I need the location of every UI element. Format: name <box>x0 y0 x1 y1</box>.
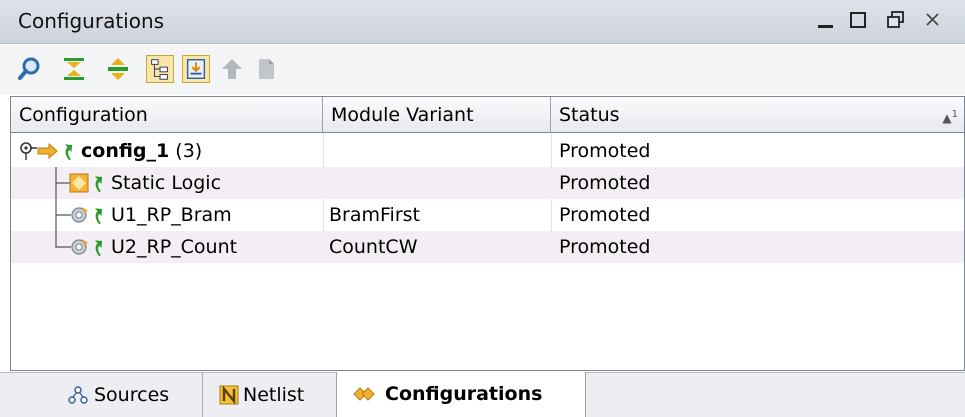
promoted-arrow-icon <box>95 208 103 224</box>
status-cell: Promoted <box>559 204 651 226</box>
module-name: U1_RP_Bram <box>111 204 232 226</box>
partition-icon <box>71 239 88 255</box>
tab-configurations[interactable]: Configurations <box>336 372 586 417</box>
tree-collapse-icon[interactable] <box>19 141 37 161</box>
document-icon[interactable] <box>252 55 280 83</box>
close-icon[interactable] <box>922 8 944 32</box>
status-cell: Promoted <box>559 172 651 194</box>
promote-icon[interactable] <box>218 55 246 83</box>
toolbar <box>0 45 965 95</box>
table-row-config-1[interactable]: config_1 (3) Promoted <box>11 135 964 167</box>
configuration-child-count: (3) <box>175 140 203 162</box>
sort-order-label: 1 <box>951 109 958 120</box>
promoted-arrow-icon <box>95 240 103 256</box>
configuration-name-label: config_1 <box>81 140 170 162</box>
column-header-status[interactable]: Status ▲1 <box>551 97 964 133</box>
panel-title: Configurations <box>18 9 165 33</box>
tab-netlist[interactable]: Netlist <box>205 373 335 417</box>
status-cell: Promoted <box>559 140 651 162</box>
netlist-icon <box>219 385 239 405</box>
title-bar: Configurations <box>0 0 965 44</box>
static-logic-icon <box>69 173 89 193</box>
partition-icon <box>71 207 88 223</box>
tab-netlist-label: Netlist <box>243 384 305 406</box>
sources-icon <box>68 386 88 404</box>
tab-sources[interactable]: Sources <box>38 373 203 417</box>
module-variant-cell: CountCW <box>329 236 418 258</box>
hierarchy-view-icon[interactable] <box>146 55 174 83</box>
tab-configurations-label: Configurations <box>385 383 543 405</box>
configurations-panel: Configurations Configuration Module Vari… <box>0 0 965 417</box>
restore-icon[interactable] <box>885 8 907 32</box>
column-header-module-variant[interactable]: Module Variant <box>323 97 551 133</box>
promoted-arrow-icon <box>95 176 103 192</box>
module-variant-cell: BramFirst <box>329 204 420 226</box>
module-name: Static Logic <box>111 172 222 194</box>
table-row-static-logic[interactable]: Static Logic Promoted <box>11 167 964 199</box>
status-cell: Promoted <box>559 236 651 258</box>
table-row-u1-rp-bram[interactable]: U1_RP_Bram BramFirst Promoted <box>11 199 964 231</box>
column-header-configuration[interactable]: Configuration <box>11 97 323 133</box>
minimize-icon[interactable] <box>815 8 837 32</box>
maximize-icon[interactable] <box>848 8 870 32</box>
sort-indicator: ▲1 <box>942 109 958 125</box>
configurations-table: Configuration Module Variant Status ▲1 c… <box>10 96 965 371</box>
collapse-all-icon[interactable] <box>60 55 88 83</box>
table-row-u2-rp-count[interactable]: U2_RP_Count CountCW Promoted <box>11 231 964 263</box>
bottom-tab-bar: Sources Netlist Configurations <box>0 372 965 417</box>
search-icon[interactable] <box>16 55 44 83</box>
promoted-arrow-icon <box>65 144 73 160</box>
module-name: U2_RP_Count <box>111 236 238 258</box>
table-header: Configuration Module Variant Status ▲1 <box>11 97 964 133</box>
configurations-icon <box>353 387 375 401</box>
expand-all-icon[interactable] <box>104 55 132 83</box>
configuration-icon <box>37 142 58 160</box>
configuration-name: config_1 (3) <box>81 135 202 167</box>
column-header-status-label: Status <box>559 104 620 126</box>
auto-scroll-icon[interactable] <box>182 55 210 83</box>
